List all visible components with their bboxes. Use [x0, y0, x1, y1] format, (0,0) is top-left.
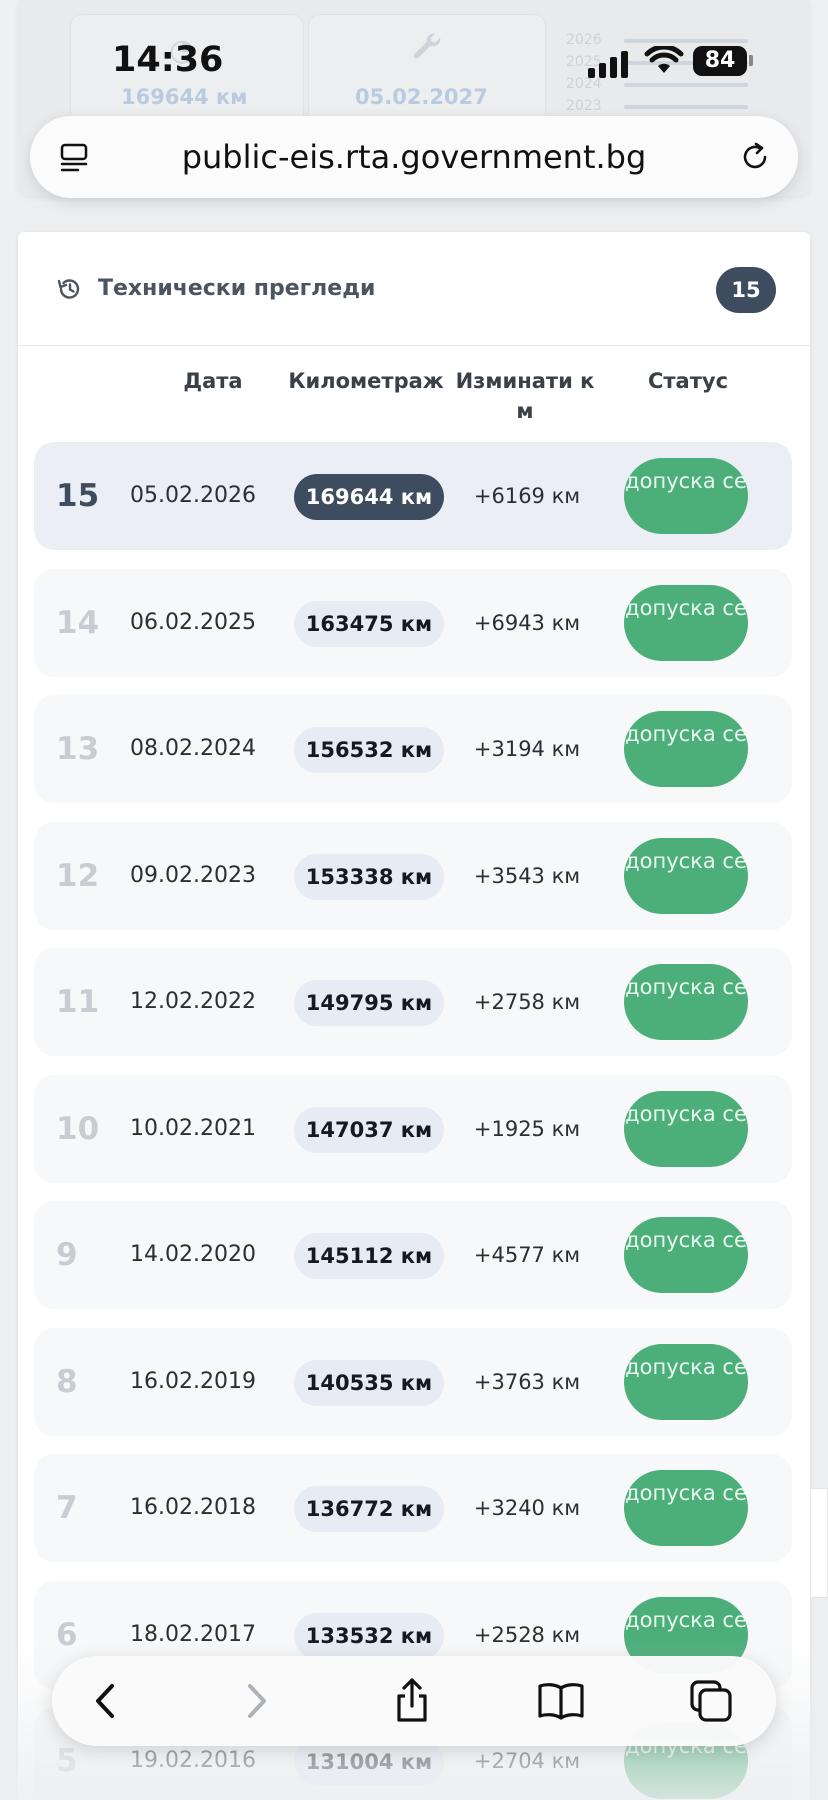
inspection-number: 8	[56, 1364, 78, 1400]
inspection-date: 12.02.2022	[130, 989, 256, 1014]
inspection-date: 08.02.2024	[130, 736, 256, 761]
mileage-badge: 169644 км	[294, 474, 444, 520]
traveled-km: +4577 км	[473, 1243, 581, 1267]
status-badge: допуска се	[624, 1344, 748, 1420]
inspection-row: 12 09.02.2023 153338 км +3543 км допуска се	[34, 822, 792, 930]
traveled-km: +3763 км	[473, 1370, 581, 1394]
status-badge: допуска се	[624, 711, 748, 787]
status-time: 14:36	[112, 40, 224, 80]
mini-chart-year: 2024	[566, 76, 602, 92]
history-icon	[57, 279, 80, 299]
battery-tip	[749, 55, 753, 66]
mileage-badge: 136772 км	[294, 1486, 444, 1532]
inspections-card: Технически прегледи 15 Дата Километраж И…	[18, 232, 810, 1800]
inspection-number: 11	[56, 984, 100, 1020]
mileage-badge: 133532 км	[294, 1613, 444, 1659]
inspection-row: 13 08.02.2024 156532 км +3194 км допуска се	[34, 695, 792, 803]
status-badge: допуска се	[624, 585, 748, 661]
inspection-row: 11 12.02.2022 149795 км +2758 км допуска се	[34, 948, 792, 1056]
traveled-km: +3240 км	[473, 1496, 581, 1520]
summary-next-date: 05.02.2027	[355, 85, 488, 109]
inspection-row: 8 16.02.2019 140535 км +3763 км допуска се	[34, 1328, 792, 1436]
inspection-date: 10.02.2021	[130, 1116, 256, 1141]
inspection-row: 9 14.02.2020 145112 км +4577 км допуска се	[34, 1201, 792, 1309]
forward-icon[interactable]	[230, 1676, 280, 1726]
address-bar[interactable]: public-eis.rta.government.bg	[30, 116, 798, 198]
mileage-badge: 147037 км	[294, 1107, 444, 1153]
mini-chart-bar	[624, 83, 748, 87]
inspection-date: 06.02.2025	[130, 610, 256, 635]
inspection-row: 7 16.02.2018 136772 км +3240 км допуска се	[34, 1454, 792, 1562]
traveled-km: +3543 км	[473, 864, 581, 888]
status-badge: допуска се	[624, 1217, 748, 1293]
back-icon[interactable]	[82, 1676, 132, 1726]
traveled-km: +1925 км	[473, 1117, 581, 1141]
inspection-number: 12	[56, 858, 100, 894]
url-text[interactable]: public-eis.rta.government.bg	[30, 138, 798, 176]
inspection-row: 14 06.02.2025 163475 км +6943 км допуска се	[34, 569, 792, 677]
tabs-icon[interactable]	[686, 1676, 736, 1726]
share-icon[interactable]	[387, 1676, 437, 1726]
inspections-title: Технически прегледи	[98, 276, 376, 301]
mileage-badge: 163475 км	[294, 601, 444, 647]
column-header-date: Дата	[183, 369, 243, 393]
mini-chart-year: 2023	[566, 98, 602, 114]
inspection-row: 10 10.02.2021 147037 км +1925 км допуска се	[34, 1075, 792, 1183]
inspections-header: Технически прегледи 15	[18, 232, 810, 346]
inspection-date: 14.02.2020	[130, 1242, 256, 1267]
inspection-number: 15	[56, 478, 100, 514]
inspection-number: 13	[56, 731, 100, 767]
inspection-row: 15 05.02.2026 169644 км +6169 км допуска се	[34, 442, 792, 550]
mileage-badge: 156532 км	[294, 727, 444, 773]
mileage-badge: 140535 км	[294, 1360, 444, 1406]
mileage-badge: 145112 км	[294, 1233, 444, 1279]
bookmarks-icon[interactable]	[536, 1676, 586, 1726]
inspections-count-badge: 15	[716, 267, 776, 313]
traveled-km: +2758 км	[473, 990, 581, 1014]
status-badge: допуска се	[624, 1091, 748, 1167]
inspection-number: 7	[56, 1490, 78, 1526]
page-side-edge	[810, 1488, 828, 1598]
traveled-km: +6943 км	[473, 611, 581, 635]
battery-level: 84	[693, 46, 747, 76]
wifi-icon	[644, 46, 684, 73]
inspection-number: 14	[56, 605, 100, 641]
inspection-date: 09.02.2023	[130, 863, 256, 888]
inspection-number: 9	[56, 1237, 78, 1273]
summary-mileage: 169644 км	[121, 85, 248, 109]
column-header-status: Статус	[647, 369, 729, 393]
status-badge: допуска се	[624, 838, 748, 914]
inspection-number: 10	[56, 1111, 100, 1147]
status-badge: допуска се	[624, 458, 748, 534]
traveled-km: +6169 км	[473, 484, 581, 508]
column-header-mileage: Километраж	[288, 369, 444, 393]
reload-icon[interactable]	[738, 140, 772, 174]
status-icons: 84	[588, 42, 758, 78]
status-badge: допуска се	[624, 1470, 748, 1546]
mileage-badge: 153338 км	[294, 854, 444, 900]
inspection-date: 16.02.2018	[130, 1495, 256, 1520]
traveled-km: +3194 км	[473, 737, 581, 761]
browser-toolbar	[52, 1656, 776, 1746]
inspection-date: 16.02.2019	[130, 1369, 256, 1394]
mileage-badge: 149795 км	[294, 980, 444, 1026]
inspection-date: 05.02.2026	[130, 483, 256, 508]
column-header-traveled: Изминати к м	[455, 369, 595, 423]
status-badge: допуска се	[624, 964, 748, 1040]
wrench-icon	[409, 29, 445, 73]
mini-chart-bar	[624, 105, 748, 109]
